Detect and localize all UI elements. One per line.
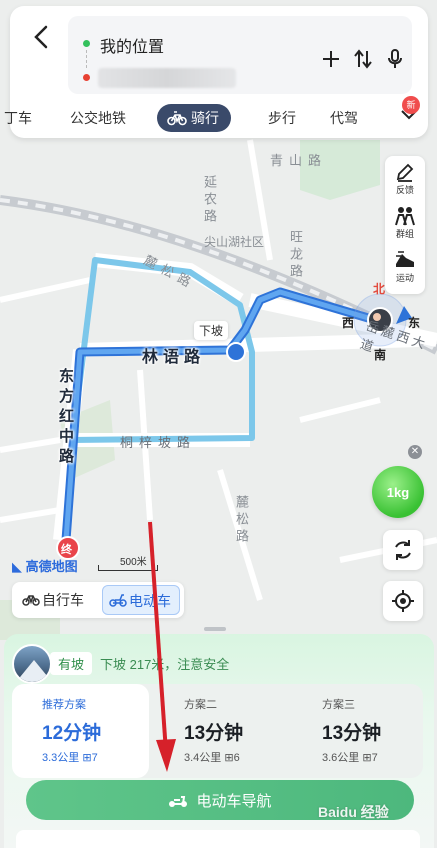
slope-tag: 有坡 — [50, 652, 93, 675]
locate-target-icon — [392, 590, 414, 612]
edit-pen-icon — [396, 163, 414, 182]
end-marker: 终 — [61, 544, 72, 556]
swap-icon — [354, 49, 372, 69]
road-label-tongzipo: 桐梓坡路 — [120, 435, 197, 450]
map-scale: 500米 — [98, 553, 158, 571]
route-label-linyu: 林语路 — [142, 349, 206, 366]
voice-button[interactable] — [382, 46, 408, 72]
poi-label-jianshanhu: 尖山湖社区 — [204, 235, 265, 249]
tab-taxi[interactable]: 丁车 — [4, 104, 32, 132]
plan-time: 13分钟 — [322, 723, 382, 744]
group-icon — [395, 207, 415, 226]
running-shoe-icon — [396, 251, 414, 267]
tab-cycling[interactable]: 骑行 — [157, 104, 231, 132]
plan-meta: 3.3公里 ⊞7 — [42, 752, 98, 764]
close-ebike-badge-button[interactable]: ✕ — [408, 445, 422, 459]
route-search-card: 我的位置 丁车 公交地铁 骑行 步行 代驾 新 — [4, 6, 428, 138]
tab-ebike[interactable]: 电动车 — [102, 585, 180, 615]
plan-name: 方案三 — [322, 699, 355, 711]
sheet-drag-handle[interactable] — [204, 627, 226, 631]
group-button[interactable]: 群组 — [385, 202, 425, 246]
amap-logo: ◣ 高德地图 — [12, 559, 78, 574]
bottom-panel-edge — [16, 830, 420, 848]
back-chevron-icon — [34, 25, 48, 49]
plan-name: 方案二 — [184, 699, 217, 711]
tab-walk[interactable]: 步行 — [268, 104, 296, 132]
refresh-icon — [395, 540, 411, 560]
plan-time: 13分钟 — [184, 723, 244, 744]
tab-bicycle[interactable]: 自行车 — [16, 585, 84, 615]
locate-me-button[interactable] — [383, 581, 423, 621]
route-label-dongfanghong: 东方红中路 — [57, 368, 74, 468]
route-plans: 推荐方案 12分钟 3.3公里 ⊞7 方案二 13分钟 3.4公里 ⊞6 方案三… — [12, 684, 423, 778]
bicycle-icon — [22, 595, 40, 606]
scooter-icon — [169, 796, 188, 807]
origin-field[interactable]: 我的位置 — [100, 33, 164, 57]
destination-field[interactable] — [98, 68, 236, 88]
plan-card-recommended[interactable]: 推荐方案 12分钟 3.3公里 ⊞7 — [12, 684, 149, 778]
slope-mountain-icon — [12, 644, 52, 684]
road-label-qingshan: 青山路 — [270, 153, 328, 168]
compass-west: 西 — [342, 316, 355, 330]
baidu-watermark: Baidu 经验 — [318, 804, 389, 820]
route-inputs: 我的位置 — [68, 16, 412, 94]
map-tool-panel: 反馈 群组 运动 — [385, 156, 425, 294]
swap-button[interactable] — [350, 46, 376, 72]
back-button[interactable] — [26, 20, 56, 54]
road-label-lusong-bottom: 麓松路 — [234, 495, 249, 546]
origin-dot-icon — [83, 40, 90, 47]
ebike-icon — [109, 594, 127, 607]
compass-south: 南 — [374, 348, 387, 362]
road-label-yannong: 延农路 — [202, 175, 217, 226]
plan-meta: 3.6公里 ⊞7 — [322, 752, 378, 764]
destination-dot-icon — [83, 74, 90, 81]
slope-description: 下坡 217米，注意安全 — [100, 657, 230, 672]
refresh-route-button[interactable] — [383, 530, 423, 570]
add-icon — [323, 51, 339, 67]
plan-card-2[interactable]: 方案二 13分钟 3.4公里 ⊞6 — [154, 684, 291, 778]
ebike-weight-badge[interactable]: 1kg — [372, 466, 424, 518]
feedback-button[interactable]: 反馈 — [385, 158, 425, 202]
new-badge: 新 — [402, 96, 420, 114]
sport-button[interactable]: 运动 — [385, 246, 425, 290]
plan-name: 推荐方案 — [42, 699, 86, 711]
bike-icon — [167, 111, 187, 126]
compass-east: 东 — [408, 316, 421, 330]
add-stop-button[interactable] — [318, 46, 344, 72]
down-slope-tag: 下坡 — [194, 321, 229, 340]
plan-meta: 3.4公里 ⊞6 — [184, 752, 240, 764]
vehicle-type-tabs: 自行车 电动车 — [12, 582, 184, 618]
tab-chauffeur[interactable]: 代驾 — [330, 104, 358, 132]
mic-icon — [388, 49, 402, 68]
plan-time: 12分钟 — [42, 723, 102, 744]
tab-transit[interactable]: 公交地铁 — [70, 104, 126, 132]
road-label-wanglong: 旺龙路 — [288, 230, 303, 281]
plan-card-3[interactable]: 方案三 13分钟 3.6公里 ⊞7 — [292, 684, 429, 778]
compass-north: 北 — [373, 282, 386, 296]
travel-mode-tabs: 丁车 公交地铁 骑行 步行 代驾 新 — [4, 96, 428, 134]
